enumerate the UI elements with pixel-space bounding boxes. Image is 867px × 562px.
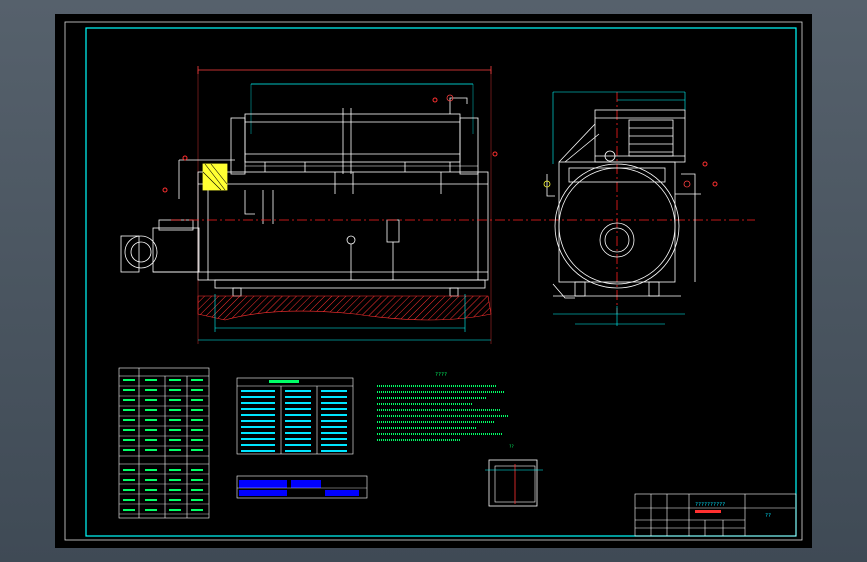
notes-heading: ???? <box>435 372 447 378</box>
parameter-table-text <box>123 379 203 511</box>
end-view-dimensions <box>552 91 686 326</box>
cad-drawing: ???? ?? ?????????? ?? <box>64 21 803 541</box>
title-block <box>634 493 797 537</box>
end-elevation-view <box>543 109 701 299</box>
section-detail: ?? <box>485 444 543 507</box>
red-markers <box>162 97 718 193</box>
sheet-tag: ?? <box>765 513 771 519</box>
technical-table-text <box>241 380 347 452</box>
title-block-red-mark <box>695 510 721 513</box>
cad-viewport[interactable]: ???? ?? ?????????? ?? <box>55 14 812 548</box>
inner-border <box>85 27 797 537</box>
title-block-name: ?????????? <box>695 502 725 508</box>
technical-notes: ???? <box>377 372 509 441</box>
section-mark: ?? <box>509 444 514 449</box>
nozzle-table <box>236 475 368 499</box>
foundation-hatch <box>197 295 492 321</box>
